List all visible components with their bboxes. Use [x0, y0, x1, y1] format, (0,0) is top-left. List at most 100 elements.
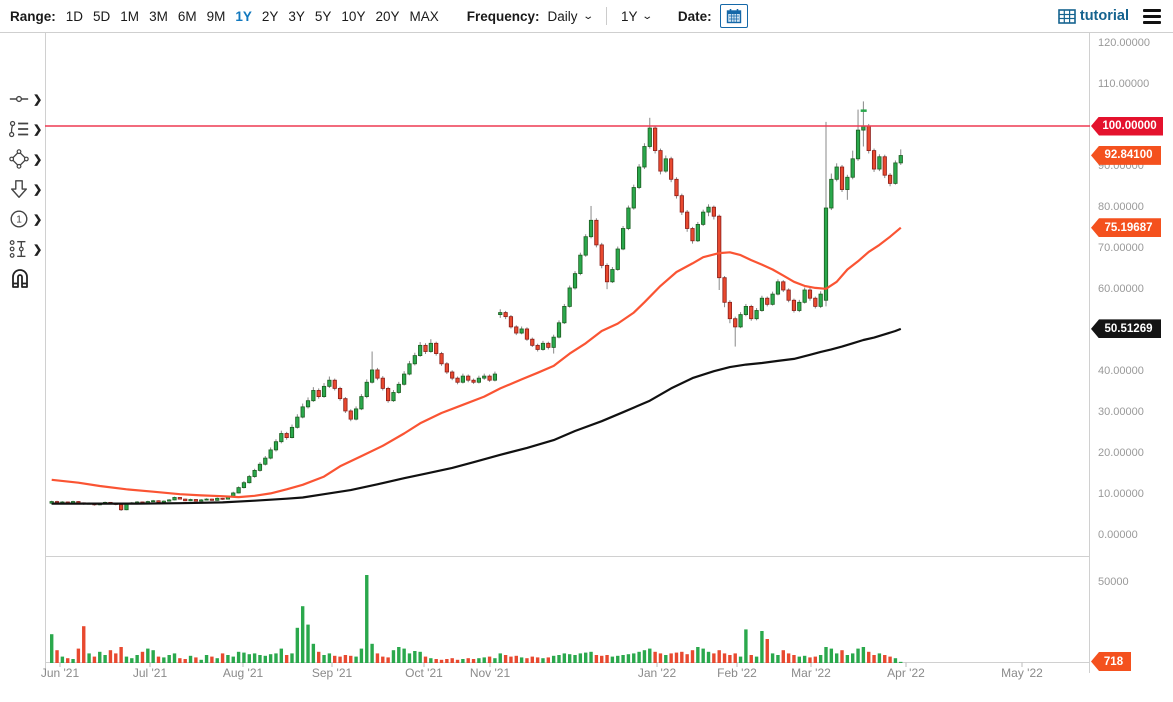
volume-bar — [515, 656, 518, 663]
candle-body — [397, 384, 400, 392]
candle-body — [184, 499, 187, 501]
candle-body — [525, 329, 528, 339]
candle-body — [386, 388, 389, 400]
volume-bar — [691, 650, 694, 663]
frequency-dropdown[interactable]: Daily ⌄ — [548, 9, 592, 24]
price-tick-label: 70.00000 — [1098, 242, 1144, 254]
volume-bar — [365, 575, 368, 663]
volume-bar — [290, 653, 293, 663]
candle-body — [200, 500, 203, 501]
volume-bar — [547, 657, 550, 663]
frequency-label: Frequency: — [467, 9, 540, 24]
range-option-6m[interactable]: 6M — [178, 9, 197, 24]
candle-body — [274, 442, 277, 450]
volume-bar — [766, 639, 769, 663]
volume-bar — [221, 653, 224, 663]
candle-body — [878, 157, 881, 169]
range-option-1y[interactable]: 1Y — [235, 9, 252, 24]
volume-bar — [552, 656, 555, 663]
shape-polygon-tool[interactable]: ❯ — [8, 146, 44, 172]
volume-bar — [360, 649, 363, 663]
candle-body — [568, 288, 571, 306]
candle-body — [167, 500, 170, 501]
volume-bar — [167, 655, 170, 663]
volume-bar — [504, 655, 507, 663]
volume-bar — [685, 654, 688, 663]
frequency-value: Daily — [548, 9, 578, 24]
candle-body — [883, 157, 886, 175]
volume-bar — [408, 653, 411, 663]
volume-bar — [98, 652, 101, 663]
price-badge-92.84100: 92.84100 — [1091, 146, 1161, 165]
chevron-right-icon: ❯ — [33, 213, 42, 226]
candle-body — [685, 212, 688, 228]
time-tick-label: Nov '21 — [470, 666, 510, 680]
volume-bar — [216, 658, 219, 663]
volume-bar — [728, 655, 731, 663]
svg-text:1: 1 — [16, 215, 22, 226]
range-option-9m[interactable]: 9M — [207, 9, 226, 24]
levels-tool[interactable]: ❯ — [8, 236, 44, 262]
candle-body — [643, 147, 646, 168]
range-option-1m[interactable]: 1M — [120, 9, 139, 24]
segment-line-tool[interactable]: ❯ — [8, 86, 44, 112]
volume-bar — [184, 659, 187, 663]
tutorial-logo[interactable]: tutorial — [1058, 8, 1129, 24]
film-grid-icon — [1058, 9, 1076, 24]
pattern-list-tool[interactable]: ❯ — [8, 116, 44, 142]
range-option-1d[interactable]: 1D — [66, 9, 83, 24]
price-axis[interactable]: 120.00000110.00000100.0000090.0000080.00… — [1090, 33, 1173, 702]
candle-body — [360, 397, 363, 409]
candle-body — [728, 302, 731, 318]
range-option-5d[interactable]: 5D — [93, 9, 110, 24]
volume-bar — [798, 657, 801, 663]
volume-bar — [659, 653, 662, 663]
hamburger-menu-icon[interactable] — [1141, 7, 1163, 26]
volume-bar — [830, 649, 833, 663]
volume-bar — [264, 656, 267, 663]
range-option-3y[interactable]: 3Y — [288, 9, 305, 24]
candle-body — [296, 417, 299, 427]
candle-body — [451, 372, 454, 378]
range-label: Range: — [10, 9, 56, 24]
candle-body — [402, 374, 405, 384]
date-picker-button[interactable] — [720, 4, 748, 28]
volume-bar — [162, 657, 165, 663]
price-chart[interactable] — [45, 33, 1090, 673]
candle-body — [269, 450, 272, 458]
period-dropdown[interactable]: 1Y ⌄ — [621, 9, 652, 24]
volume-bar — [499, 653, 502, 663]
price-tick-label: 110.00000 — [1098, 78, 1149, 90]
volume-bar — [808, 657, 811, 663]
candle-body — [611, 270, 614, 282]
time-axis[interactable]: Jun '21Jul '21Aug '21Sep '21Oct '21Nov '… — [45, 666, 1090, 686]
range-option-5y[interactable]: 5Y — [315, 9, 332, 24]
chart-area[interactable] — [45, 33, 1090, 673]
candle-body — [264, 458, 267, 464]
volume-bar — [589, 652, 592, 663]
volume-bar — [135, 655, 138, 663]
candle-body — [776, 282, 779, 294]
range-option-max[interactable]: MAX — [409, 9, 438, 24]
candle-body — [55, 502, 58, 503]
range-option-2y[interactable]: 2Y — [262, 9, 279, 24]
volume-bar — [71, 659, 74, 663]
volume-bar — [648, 649, 651, 663]
candle-body — [664, 159, 667, 171]
arrow-annotation-tool[interactable]: ❯ — [8, 176, 44, 202]
candle-body — [637, 167, 640, 188]
range-option-10y[interactable]: 10Y — [341, 9, 365, 24]
volume-bar — [856, 649, 859, 663]
number-callout-tool[interactable]: 1 ❯ — [8, 206, 44, 232]
volume-bar — [771, 653, 774, 663]
candle-body — [301, 407, 304, 417]
range-option-3m[interactable]: 3M — [149, 9, 168, 24]
volume-bar — [82, 626, 85, 663]
volume-bar — [782, 650, 785, 663]
volume-bar — [557, 655, 560, 663]
range-option-20y[interactable]: 20Y — [375, 9, 399, 24]
magnet-snap-tool[interactable] — [8, 266, 44, 292]
candle-body — [696, 224, 699, 240]
volume-bar — [157, 657, 160, 663]
candle-body — [669, 159, 672, 180]
